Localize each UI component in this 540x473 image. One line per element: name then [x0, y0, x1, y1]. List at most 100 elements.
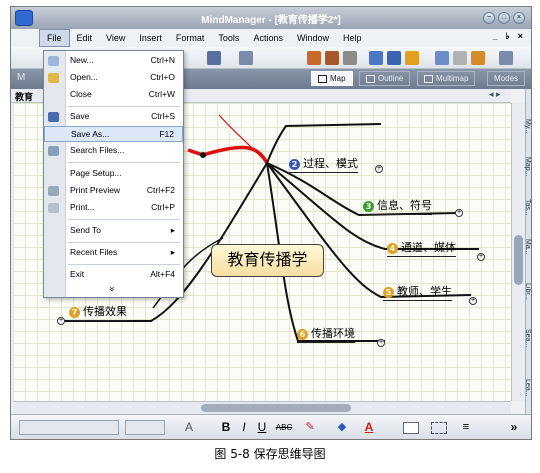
menu-help[interactable]: Help: [336, 30, 369, 46]
topic-5[interactable]: 5 教师、学生: [383, 283, 452, 301]
menu-item-recent-files[interactable]: Recent Files ▸: [44, 245, 183, 261]
italic-button[interactable]: I: [237, 420, 251, 435]
callout-icon[interactable]: [343, 51, 357, 65]
topic-3[interactable]: 3 信息、符号: [363, 197, 432, 215]
marker-icon[interactable]: [471, 51, 485, 65]
side-tab-learning[interactable]: Lea...: [511, 379, 531, 397]
topic-2-label: 过程、模式: [303, 157, 358, 170]
central-topic[interactable]: 教育传播学: [211, 244, 324, 277]
topic-5-label: 教师、学生: [397, 285, 452, 298]
expand-topic-6-icon[interactable]: +: [377, 339, 385, 347]
menu-view[interactable]: View: [99, 30, 132, 46]
menu-separator: [68, 264, 180, 265]
doc-window-controls: _ ♭ ×: [492, 31, 523, 42]
menu-insert[interactable]: Insert: [132, 30, 169, 46]
menu-separator: [68, 162, 180, 163]
toolbar-overflow-icon[interactable]: »: [507, 420, 521, 435]
menu-item-close[interactable]: Close Ctrl+W: [44, 87, 183, 103]
submenu-arrow-icon: ▸: [170, 225, 175, 235]
insert-topic-icon[interactable]: [307, 51, 321, 65]
side-tab-map-markers[interactable]: Ma...: [511, 239, 531, 255]
figure-caption: 图 5-8 保存思维导图: [214, 447, 326, 461]
strikethrough-button[interactable]: ABC: [273, 420, 295, 435]
topic-6[interactable]: 6 传播环境: [297, 325, 355, 343]
side-tab-task-info[interactable]: Tas...: [511, 199, 531, 216]
side-tab-map-parts[interactable]: Map...: [511, 157, 531, 176]
tab-scroll-icon[interactable]: ◂ ▸: [489, 89, 501, 100]
topic-6-number: 6: [297, 329, 308, 340]
menu-item-open-label: Open...: [70, 72, 98, 82]
expand-topic-2-icon[interactable]: +: [375, 165, 383, 173]
font-size-select[interactable]: [125, 420, 165, 435]
menu-actions[interactable]: Actions: [246, 30, 290, 46]
fill-color-icon[interactable]: ◆: [333, 420, 351, 435]
doc-tab[interactable]: 教育: [15, 90, 33, 103]
menu-item-new[interactable]: New... Ctrl+N: [44, 53, 183, 69]
font-grow-icon[interactable]: A: [175, 420, 203, 435]
menu-item-print[interactable]: Print... Ctrl+P: [44, 200, 183, 216]
doc-close-icon[interactable]: ×: [518, 31, 523, 42]
menu-item-search-files[interactable]: Search Files...: [44, 143, 183, 159]
topic-2[interactable]: 2 过程、模式: [289, 155, 358, 173]
topic-4[interactable]: 4 通道、媒体: [387, 239, 456, 257]
menu-item-exit[interactable]: Exit Alt+F4: [44, 267, 183, 283]
insert-subtopic-icon[interactable]: [325, 51, 339, 65]
expand-topic-5-icon[interactable]: +: [469, 297, 477, 305]
topic-7[interactable]: 7 传播效果: [69, 303, 127, 321]
boundary-icon[interactable]: [369, 51, 383, 65]
horizontal-scroll-thumb[interactable]: [201, 404, 351, 412]
font-color-icon[interactable]: A: [361, 420, 377, 435]
relationship-icon[interactable]: [387, 51, 401, 65]
menu-item-send-to[interactable]: Send To ▸: [44, 223, 183, 239]
tab-multimap[interactable]: Multimap: [417, 71, 476, 86]
redo-icon[interactable]: [239, 51, 253, 65]
line-style-icon[interactable]: ≡: [457, 420, 475, 435]
menu-item-save[interactable]: Save Ctrl+S: [44, 109, 183, 125]
minimize-icon[interactable]: −: [483, 12, 495, 24]
menu-tools[interactable]: Tools: [211, 30, 246, 46]
menu-separator: [68, 242, 180, 243]
menu-item-page-setup[interactable]: Page Setup...: [44, 166, 183, 182]
file-menu-dropdown: New... Ctrl+N Open... Ctrl+O Close Ctrl+W S…: [43, 50, 184, 298]
font-name-select[interactable]: [19, 420, 119, 435]
topic-6-label: 传播环境: [311, 327, 355, 340]
menu-item-save-label: Save: [70, 111, 90, 121]
menu-item-print-preview[interactable]: Print Preview Ctrl+F2: [44, 183, 183, 199]
app-logo-icon[interactable]: [15, 10, 33, 26]
menu-edit[interactable]: Edit: [70, 30, 100, 46]
menu-file[interactable]: File: [39, 29, 70, 47]
underline-button[interactable]: U: [255, 420, 269, 435]
menu-item-print-preview-label: Print Preview: [70, 185, 121, 195]
attachment-icon[interactable]: [453, 51, 467, 65]
doc-restore-icon[interactable]: ♭: [505, 31, 509, 42]
menu-window[interactable]: Window: [290, 30, 336, 46]
menu-item-exit-shortcut: Alt+F4: [150, 269, 175, 279]
menu-item-close-shortcut: Ctrl+W: [148, 89, 175, 99]
menu-item-open[interactable]: Open... Ctrl+O: [44, 70, 183, 86]
hyperlink-icon[interactable]: [435, 51, 449, 65]
highlight-icon[interactable]: ✎: [301, 420, 319, 435]
maximize-icon[interactable]: □: [498, 12, 510, 24]
tab-outline[interactable]: Outline: [359, 71, 411, 86]
undo-icon[interactable]: [207, 51, 221, 65]
doc-minimize-icon[interactable]: _: [492, 31, 497, 42]
side-tab-library[interactable]: Libr...: [511, 283, 531, 300]
menu-separator: [68, 219, 180, 220]
bold-button[interactable]: B: [219, 420, 233, 435]
side-tab-search[interactable]: Sea...: [511, 329, 531, 347]
shape-icon[interactable]: [403, 422, 419, 434]
side-tab-my-maps[interactable]: My...: [511, 119, 531, 134]
menu-expand-icon[interactable]: »: [108, 286, 118, 291]
expand-topic-4-icon[interactable]: +: [477, 253, 485, 261]
menu-item-save-as[interactable]: Save As... F12: [44, 126, 183, 142]
zoom-icon[interactable]: [499, 51, 513, 65]
expand-topic-3-icon[interactable]: +: [455, 209, 463, 217]
expand-topic-7-icon[interactable]: +: [57, 317, 65, 325]
menu-format[interactable]: Format: [169, 30, 212, 46]
tab-modes[interactable]: Modes: [487, 71, 526, 86]
horizontal-scrollbar[interactable]: [13, 401, 511, 414]
tab-map[interactable]: Map: [311, 71, 353, 86]
close-icon[interactable]: ×: [513, 12, 525, 24]
boundary-shape-icon[interactable]: [431, 422, 447, 434]
note-icon[interactable]: [405, 51, 419, 65]
